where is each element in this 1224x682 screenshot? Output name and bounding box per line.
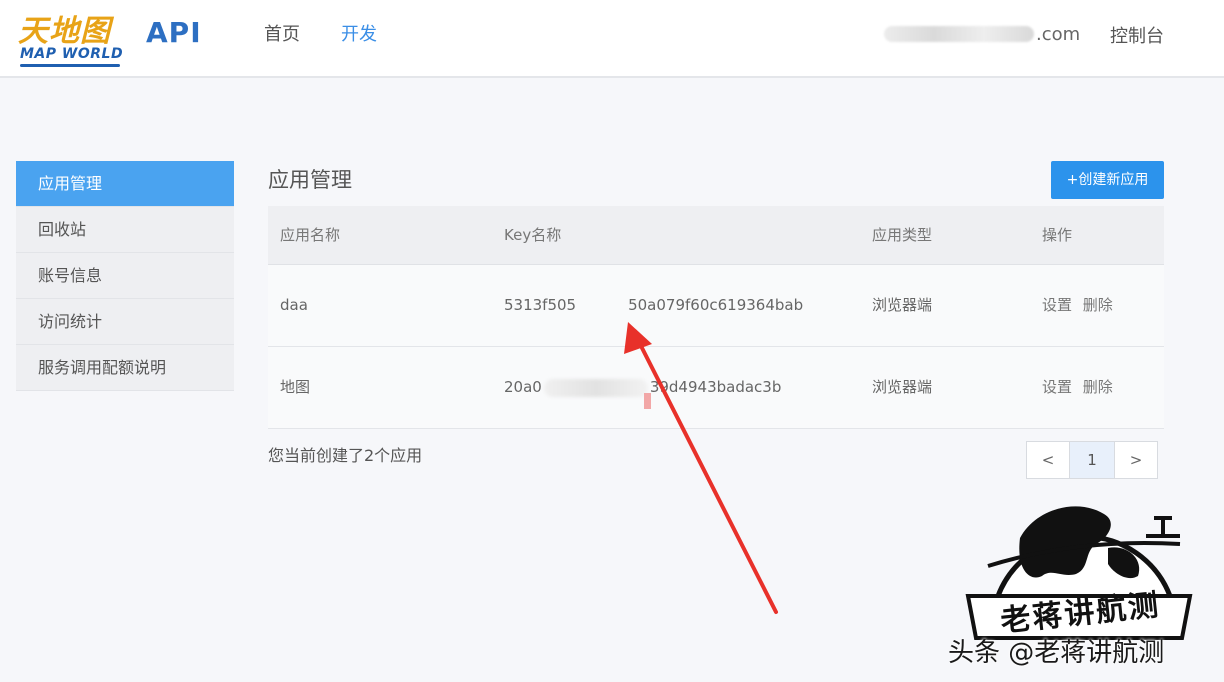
row-actions: 设置 删除	[1042, 347, 1119, 428]
logo-swoosh	[20, 64, 120, 67]
create-app-button[interactable]: +创建新应用	[1051, 161, 1164, 199]
table-row: 地图 20a0 39d4943badac3b 浏览器端 设置 删除	[268, 347, 1164, 429]
blurred-user-email	[884, 26, 1034, 42]
key-head: 5313f505	[504, 296, 577, 314]
column-header-key: Key名称	[504, 226, 562, 244]
app-name: 地图	[280, 378, 311, 396]
toutiao-watermark: 头条 @老蒋讲航测	[948, 638, 1165, 668]
app-count-summary: 您当前创建了2个应用	[268, 446, 423, 465]
app-name: daa	[280, 296, 308, 314]
map-world-logo[interactable]: 天地图 MAP WORLD	[18, 6, 128, 68]
nav-develop[interactable]: 开发	[341, 20, 377, 46]
column-header-actions: 操作	[1042, 226, 1073, 244]
sidebar: 应用管理 回收站 账号信息 访问统计 服务调用配额说明	[16, 161, 234, 391]
key-head: 20a0	[504, 378, 542, 396]
sidebar-item-access-stats[interactable]: 访问统计	[16, 299, 234, 345]
settings-link[interactable]: 设置	[1042, 296, 1072, 314]
user-email-domain[interactable]: .com	[1036, 24, 1080, 45]
nav-home[interactable]: 首页	[264, 20, 300, 46]
sidebar-item-recycle-bin[interactable]: 回收站	[16, 207, 234, 253]
delete-link[interactable]: 删除	[1083, 296, 1113, 314]
app-key: 5313f505 50a079f60c619364bab	[504, 265, 803, 346]
column-header-app-name: 应用名称	[280, 226, 341, 244]
redaction-mark	[644, 393, 651, 409]
key-redaction-blur	[544, 379, 648, 397]
next-page-button[interactable]: >	[1114, 441, 1158, 479]
delete-link[interactable]: 删除	[1083, 378, 1113, 396]
key-tail: 50a079f60c619364bab	[628, 296, 804, 314]
sidebar-item-account-info[interactable]: 账号信息	[16, 253, 234, 299]
table-row: daa 5313f505 50a079f60c619364bab 浏览器端 设置 …	[268, 265, 1164, 384]
pagination: < 1 >	[1026, 441, 1158, 479]
console-link[interactable]: 控制台	[1110, 22, 1164, 48]
page-title: 应用管理	[268, 168, 352, 192]
settings-link[interactable]: 设置	[1042, 378, 1072, 396]
sidebar-item-quota-info[interactable]: 服务调用配额说明	[16, 345, 234, 391]
app-type: 浏览器端	[872, 296, 933, 314]
column-header-app-type: 应用类型	[872, 226, 933, 244]
app-table: 应用名称 Key名称 应用类型 操作 daa 5313f505 50a079f60…	[268, 206, 1164, 429]
logo-english-text: MAP WORLD	[20, 46, 124, 62]
key-tail: 39d4943badac3b	[649, 378, 782, 396]
top-header: 天地图 MAP WORLD API 首页 开发 .com 控制台	[0, 0, 1224, 78]
logo-chinese-text: 天地图	[18, 14, 111, 49]
api-label: API	[146, 16, 202, 49]
sidebar-item-app-management[interactable]: 应用管理	[16, 161, 234, 207]
prev-page-button[interactable]: <	[1026, 441, 1070, 479]
row-actions: 设置 删除	[1042, 265, 1119, 346]
table-header: 应用名称 Key名称 应用类型 操作	[268, 206, 1164, 265]
app-type: 浏览器端	[872, 378, 933, 396]
page-1-button[interactable]: 1	[1069, 441, 1115, 479]
